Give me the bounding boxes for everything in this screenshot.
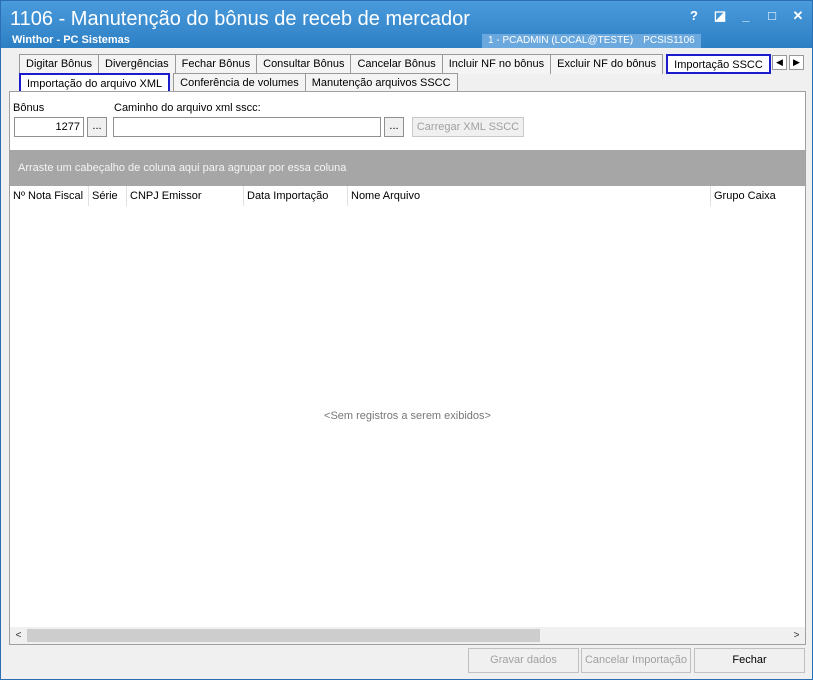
horizontal-scrollbar[interactable]: < >: [10, 627, 805, 644]
session-info: 1 - PCADMIN (LOCAL@TESTE) PCSIS1106: [482, 34, 701, 48]
tab-excluir-nf[interactable]: Excluir NF do bônus: [550, 54, 664, 74]
main-tabs: Digitar Bônus Divergências Fechar Bônus …: [11, 54, 771, 74]
path-browse-button[interactable]: ...: [384, 117, 404, 137]
window-title: 1106 - Manutenção do bônus de receb de m…: [10, 8, 470, 30]
tab-incluir-nf[interactable]: Incluir NF no bônus: [441, 54, 552, 74]
col-nota-fiscal[interactable]: Nº Nota Fiscal: [10, 186, 89, 206]
bonus-label: Bônus: [13, 102, 45, 114]
tab-digitar-bonus[interactable]: Digitar Bônus: [19, 54, 100, 74]
tab-divergencias[interactable]: Divergências: [98, 54, 176, 74]
col-data-importacao[interactable]: Data Importação: [244, 186, 348, 206]
col-nome-arquivo[interactable]: Nome Arquivo: [348, 186, 711, 206]
bonus-input[interactable]: 1277: [14, 117, 84, 137]
col-serie[interactable]: Série: [89, 186, 127, 206]
window-controls: ? ◪ _ □ ✕: [686, 7, 806, 25]
maximize-icon[interactable]: □: [764, 7, 780, 25]
window-subtitle: Winthor - PC Sistemas: [12, 34, 130, 46]
tab-importacao-sscc[interactable]: Importação SSCC: [666, 54, 771, 74]
routine-code: PCSIS1106: [643, 35, 695, 46]
tab-cancelar-bonus[interactable]: Cancelar Bônus: [350, 54, 443, 74]
tab-scroll: ◀ ▶: [772, 55, 804, 70]
tab-scroll-left-icon[interactable]: ◀: [772, 55, 787, 70]
session-user: 1 - PCADMIN (LOCAL@TESTE): [488, 35, 634, 46]
scroll-thumb[interactable]: [27, 629, 540, 642]
scroll-left-icon[interactable]: <: [10, 627, 27, 644]
tab-panel: Bônus 1277 ... Caminho do arquivo xml ss…: [9, 91, 806, 645]
empty-grid-message: <Sem registros a serem exibidos>: [324, 410, 491, 422]
tab-scroll-right-icon[interactable]: ▶: [789, 55, 804, 70]
tab-manutencao-sscc[interactable]: Manutenção arquivos SSCC: [304, 73, 458, 93]
title-bar: 1106 - Manutenção do bônus de receb de m…: [1, 1, 812, 48]
sub-tabs: Importação do arquivo XML Conferência de…: [11, 73, 458, 93]
scroll-right-icon[interactable]: >: [788, 627, 805, 644]
grid-header: Nº Nota Fiscal Série CNPJ Emissor Data I…: [10, 186, 805, 206]
col-grupo-caixa[interactable]: Grupo Caixa: [711, 186, 805, 206]
cancel-import-button[interactable]: Cancelar Importação: [581, 648, 691, 673]
path-label: Caminho do arquivo xml sscc:: [114, 102, 261, 114]
tab-fechar-bonus[interactable]: Fechar Bônus: [174, 54, 258, 74]
bonus-browse-button[interactable]: ...: [87, 117, 107, 137]
close-icon[interactable]: ✕: [790, 7, 806, 25]
load-xml-button[interactable]: Carregar XML SSCC: [412, 117, 524, 137]
help-icon[interactable]: ?: [686, 7, 702, 25]
path-input[interactable]: [113, 117, 381, 137]
save-button[interactable]: Gravar dados: [468, 648, 579, 673]
main-window: 1106 - Manutenção do bônus de receb de m…: [0, 0, 813, 680]
col-cnpj-emissor[interactable]: CNPJ Emissor: [127, 186, 244, 206]
close-button[interactable]: Fechar: [694, 648, 805, 673]
tab-consultar-bonus[interactable]: Consultar Bônus: [256, 54, 352, 74]
tab-conferencia-volumes[interactable]: Conferência de volumes: [173, 73, 306, 93]
group-by-area[interactable]: Arraste um cabeçalho de coluna aqui para…: [10, 150, 805, 186]
tab-importacao-xml[interactable]: Importação do arquivo XML: [19, 73, 171, 93]
restore-icon[interactable]: ◪: [712, 7, 728, 25]
minimize-icon[interactable]: _: [738, 7, 754, 25]
